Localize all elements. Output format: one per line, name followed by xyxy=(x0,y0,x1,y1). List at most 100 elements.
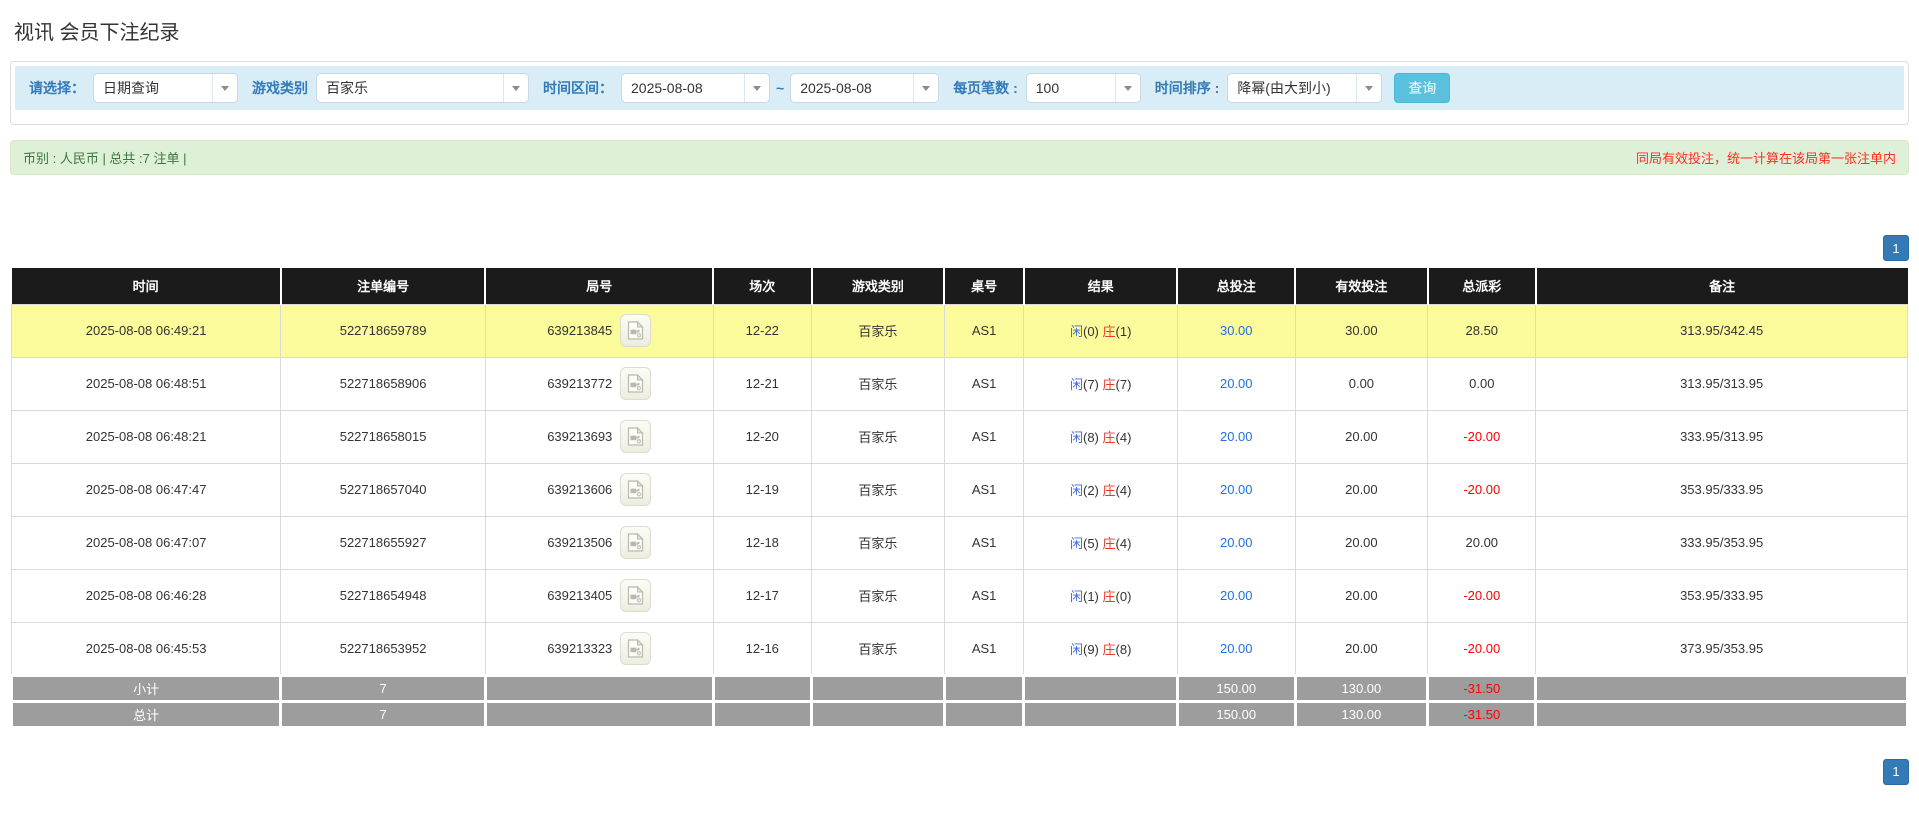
video-replay-button[interactable] xyxy=(620,367,652,400)
result-count: (4) xyxy=(1115,430,1132,445)
cell-total-bet: 20.00 xyxy=(1176,621,1296,676)
date-from-picker[interactable] xyxy=(621,73,770,103)
player-result: 闲 xyxy=(1069,641,1083,657)
date-to-input[interactable] xyxy=(791,74,914,102)
total-cell xyxy=(1534,699,1909,729)
filter-bar: 请选择： 游戏类别 时间区间： ~ 每页笔数 : xyxy=(15,66,1904,110)
cell-remark: 353.95/333.95 xyxy=(1535,568,1908,623)
cell-remark: 313.95/342.45 xyxy=(1535,303,1908,358)
total-bet-link[interactable]: 20.00 xyxy=(1220,429,1253,444)
time-sort-dropdown-button[interactable] xyxy=(1356,74,1382,102)
total-bet-link[interactable]: 20.00 xyxy=(1220,482,1253,497)
cell-session: 12-19 xyxy=(712,462,813,517)
cell-remark: 313.95/313.95 xyxy=(1535,356,1908,411)
column-header: 场次 xyxy=(713,268,813,304)
cell-remark: 373.95/353.95 xyxy=(1535,621,1908,676)
query-type-label: 请选择： xyxy=(29,80,85,96)
game-type-input[interactable] xyxy=(317,74,503,102)
filter-panel: 请选择： 游戏类别 时间区间： ~ 每页笔数 : xyxy=(10,61,1909,125)
cell-table-no: AS1 xyxy=(943,462,1025,517)
cell-valid-bet: 20.00 xyxy=(1294,409,1429,464)
cell-bet-id: 522718655927 xyxy=(280,515,486,570)
column-header: 备注 xyxy=(1535,268,1908,304)
date-from-input[interactable] xyxy=(622,74,744,102)
column-header: 局号 xyxy=(485,268,714,304)
total-cell: 总计 xyxy=(9,699,283,729)
cell-payout: 20.00 xyxy=(1427,515,1537,570)
chevron-down-icon xyxy=(512,85,520,91)
video-replay-button[interactable] xyxy=(620,473,652,506)
table-row: 2025-08-08 06:47:47 522718657040 639213606… xyxy=(10,462,1908,517)
date-to-picker[interactable] xyxy=(790,73,940,103)
cell-total-bet: 20.00 xyxy=(1176,409,1296,464)
page-size-input[interactable] xyxy=(1026,74,1115,102)
cell-time: 2025-08-08 06:48:21 xyxy=(10,409,282,464)
video-file-icon xyxy=(628,480,644,499)
video-replay-button[interactable] xyxy=(620,631,652,665)
cell-total-bet: 20.00 xyxy=(1176,568,1296,623)
total-bet-link[interactable]: 20.00 xyxy=(1220,376,1253,391)
cell-total-bet: 20.00 xyxy=(1176,515,1296,570)
date-from-dropdown-button[interactable] xyxy=(744,74,769,102)
date-range-label: 时间区间： xyxy=(543,80,613,96)
total-cell xyxy=(810,699,946,729)
page-size-dropdown-button[interactable] xyxy=(1114,74,1140,102)
cell-bet-id: 522718657040 xyxy=(280,462,486,517)
page-number-button[interactable]: 1 xyxy=(1883,758,1909,785)
cell-game-type: 百家乐 xyxy=(811,409,945,464)
cell-valid-bet: 20.00 xyxy=(1294,515,1429,570)
result-count: (2) xyxy=(1083,483,1099,498)
time-sort-input[interactable] xyxy=(1228,74,1357,102)
total-bet-link[interactable]: 20.00 xyxy=(1220,535,1253,550)
date-range-tilde: ~ xyxy=(776,80,785,96)
total-bet-link[interactable]: 20.00 xyxy=(1220,641,1253,656)
subtotal-cell xyxy=(942,673,1026,703)
cell-game-type: 百家乐 xyxy=(811,621,945,676)
total-bet-link[interactable]: 30.00 xyxy=(1220,323,1253,338)
column-header: 时间 xyxy=(11,268,282,304)
result-count: (0) xyxy=(1115,589,1132,604)
search-button[interactable]: 查询 xyxy=(1394,73,1451,103)
table-row: 2025-08-08 06:47:07 522718655927 639213506… xyxy=(10,515,1908,570)
video-file-icon xyxy=(628,427,644,446)
game-type-dropdown[interactable] xyxy=(316,73,529,103)
cell-session: 12-21 xyxy=(712,356,813,411)
page-number-button[interactable]: 1 xyxy=(1883,235,1909,261)
query-type-input[interactable] xyxy=(94,74,212,102)
video-file-icon xyxy=(628,638,644,658)
subtotal-cell xyxy=(1534,673,1909,703)
video-replay-button[interactable] xyxy=(620,526,652,559)
currency-summary-text: 币别 : 人民币 | 总共 :7 注单 | xyxy=(23,151,187,166)
result-count: (7) xyxy=(1115,377,1132,392)
video-replay-button[interactable] xyxy=(620,579,652,612)
bet-records-table: 时间 注单编号 局号 场次 游戏类别 桌号 结果 总投注 有效投注 总派彩 备注 2025-08-0… xyxy=(9,268,1909,729)
player-result: 闲 xyxy=(1069,377,1083,392)
subtotal-cell: 150.00 xyxy=(1175,673,1297,703)
banker-result: 庄 xyxy=(1102,589,1116,604)
total-bet-link[interactable]: 20.00 xyxy=(1220,588,1253,603)
column-header: 有效投注 xyxy=(1295,268,1429,304)
cell-game-type: 百家乐 xyxy=(811,303,945,358)
video-replay-button[interactable] xyxy=(620,420,652,453)
cell-result: 闲(8) 庄(4) xyxy=(1023,409,1178,464)
table-row: 2025-08-08 06:45:53 522718653952 639213323… xyxy=(10,621,1908,676)
query-type-dropdown-button[interactable] xyxy=(212,74,237,102)
cell-result: 闲(7) 庄(7) xyxy=(1023,356,1178,411)
cell-time: 2025-08-08 06:46:28 xyxy=(10,568,282,623)
column-header: 结果 xyxy=(1023,268,1179,304)
table-row: 2025-08-08 06:49:21 522718659789 639213845… xyxy=(10,303,1908,358)
query-type-dropdown[interactable] xyxy=(93,73,238,103)
date-to-dropdown-button[interactable] xyxy=(913,74,939,102)
chevron-down-icon xyxy=(1123,85,1132,91)
cell-bet-id: 522718659789 xyxy=(280,303,486,358)
video-file-icon xyxy=(628,586,644,605)
page-size-dropdown[interactable] xyxy=(1025,73,1141,103)
cell-payout: -20.00 xyxy=(1427,409,1537,464)
cell-time: 2025-08-08 06:47:47 xyxy=(10,462,282,517)
game-type-dropdown-button[interactable] xyxy=(503,74,528,102)
subtotal-row: 小计 7 150.00 130.00 -31.50 xyxy=(9,673,1909,703)
cell-bet-id: 522718653952 xyxy=(280,621,486,676)
time-sort-dropdown[interactable] xyxy=(1227,73,1383,103)
video-file-icon xyxy=(628,533,644,552)
video-replay-button[interactable] xyxy=(620,314,652,347)
